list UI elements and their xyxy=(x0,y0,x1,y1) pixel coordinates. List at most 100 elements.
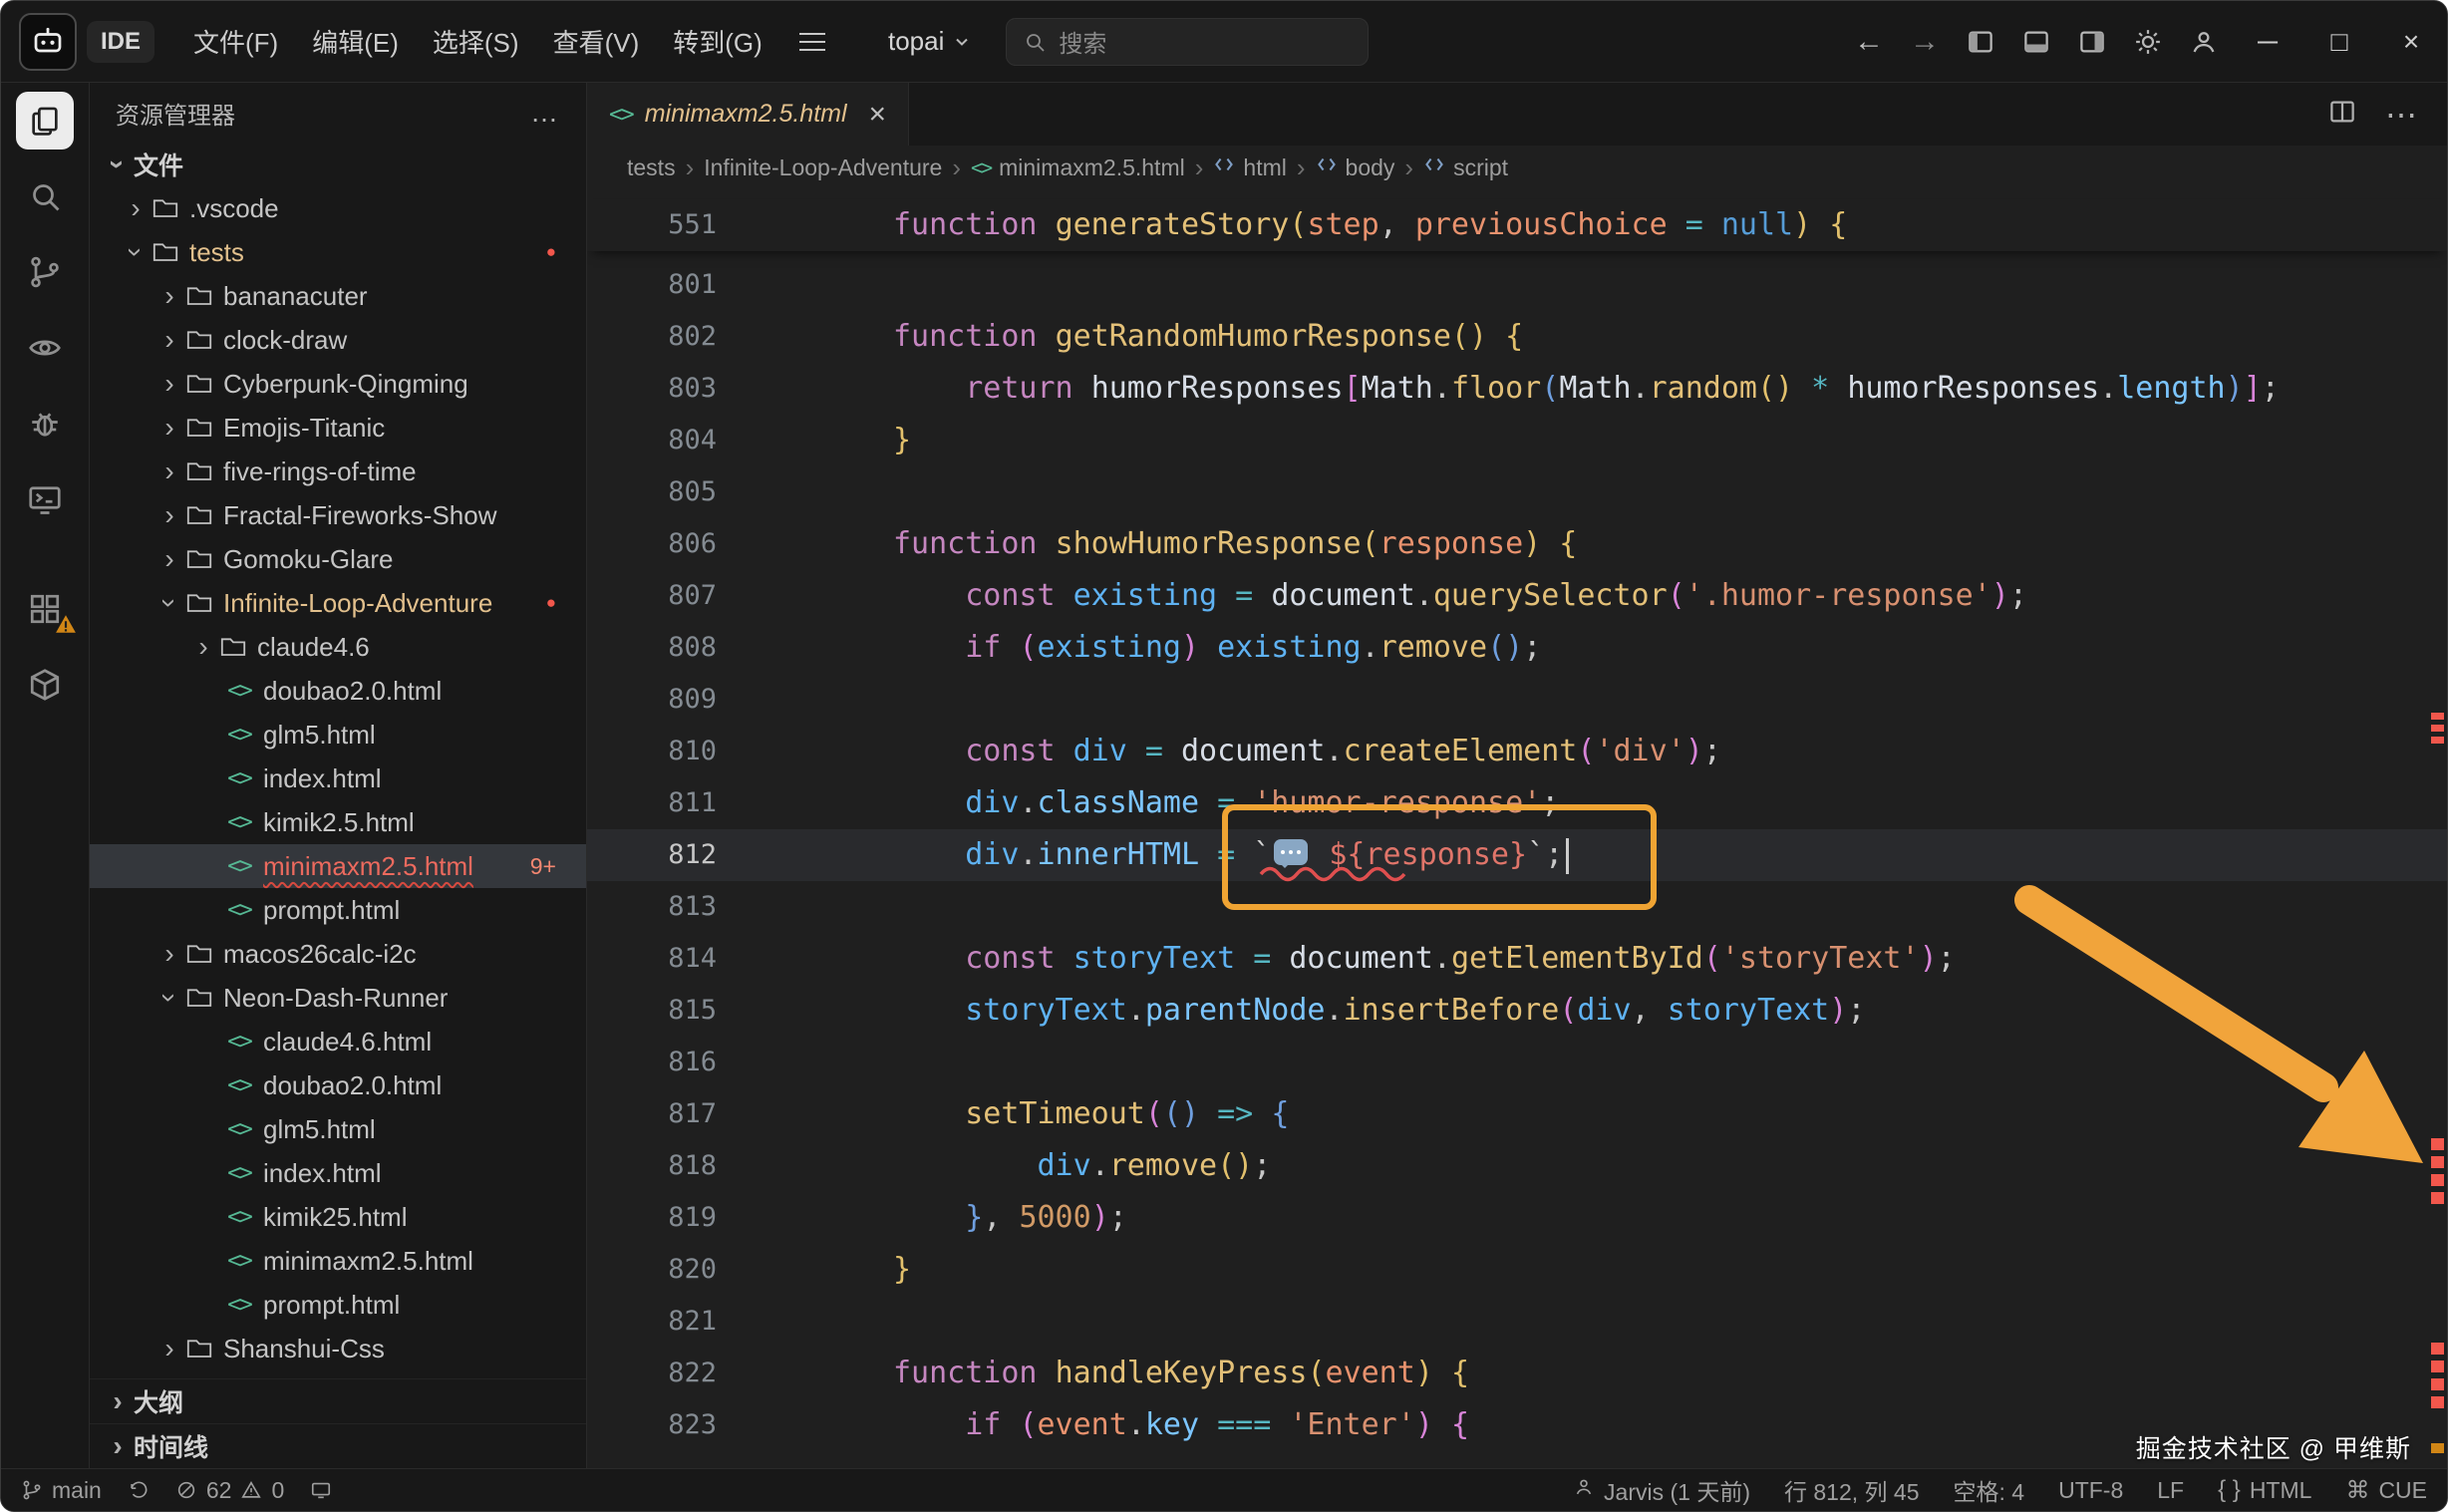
more-editor-actions-icon[interactable]: ⋯ xyxy=(2385,96,2419,134)
line-number[interactable]: 809 xyxy=(587,674,717,726)
line-number[interactable]: 818 xyxy=(587,1140,717,1192)
toggle-sidebar-icon[interactable] xyxy=(1953,14,2008,70)
line-number[interactable]: 802 xyxy=(587,311,717,363)
code-line-804[interactable]: 804} xyxy=(587,415,2447,466)
line-number[interactable]: 551 xyxy=(587,199,717,251)
breadcrumb-item-Infinite-Loop-Adventure[interactable]: Infinite-Loop-Adventure xyxy=(704,154,942,181)
tree-item-tests[interactable]: ›tests● xyxy=(90,230,586,274)
code-line-818[interactable]: 818 div.remove(); xyxy=(587,1140,2447,1192)
sidebar-more-actions-button[interactable]: … xyxy=(530,97,560,129)
code-line-803[interactable]: 803 return humorResponses[Math.floor(Mat… xyxy=(587,363,2447,415)
code-line-814[interactable]: 814 const storyText = document.getElemen… xyxy=(587,933,2447,985)
line-number[interactable]: 816 xyxy=(587,1037,717,1088)
files-section-header[interactable]: › 文件 xyxy=(90,143,586,186)
breadcrumb-item-minimaxm2.5.html[interactable]: <>minimaxm2.5.html xyxy=(971,154,1185,181)
sync-changes-button[interactable] xyxy=(128,1479,150,1501)
tree-item-doubao2.0.html[interactable]: ›<>doubao2.0.html xyxy=(90,1063,586,1107)
timeline-section-header[interactable]: › 时间线 xyxy=(90,1423,586,1468)
code-line-815[interactable]: 815 storyText.parentNode.insertBefore(di… xyxy=(587,985,2447,1037)
nav-forward-button[interactable]: → xyxy=(1897,14,1953,70)
statusbar-item[interactable]: ⌘CUE xyxy=(2345,1476,2427,1505)
minimize-button[interactable]: ─ xyxy=(2232,1,2303,82)
tree-item-clock-draw[interactable]: ›clock-draw xyxy=(90,318,586,362)
tree-item-minimaxm2.5.html[interactable]: ›<>minimaxm2.5.html9+ xyxy=(90,844,586,888)
code-line-819[interactable]: 819 }, 5000); xyxy=(587,1192,2447,1244)
tree-item-kimik25.html[interactable]: ›<>kimik25.html xyxy=(90,1195,586,1239)
statusbar-item[interactable]: UTF-8 xyxy=(2058,1477,2123,1504)
console-icon[interactable] xyxy=(1,461,89,537)
breadcrumb-item-script[interactable]: script xyxy=(1423,153,1508,181)
code-line-820[interactable]: 820} xyxy=(587,1244,2447,1296)
line-number[interactable]: 821 xyxy=(587,1296,717,1348)
code-line-807[interactable]: 807 const existing = document.querySelec… xyxy=(587,570,2447,622)
menu-item[interactable]: 选择(S) xyxy=(416,13,536,70)
global-search[interactable]: 搜索 xyxy=(1006,18,1369,66)
menu-item[interactable]: 查看(V) xyxy=(536,13,657,70)
preview-icon[interactable] xyxy=(1,310,89,386)
statusbar-item[interactable]: 空格: 4 xyxy=(1954,1473,2025,1507)
search-icon[interactable] xyxy=(1,158,89,234)
tree-item-kimik2.5.html[interactable]: ›<>kimik2.5.html xyxy=(90,800,586,844)
line-number[interactable]: 806 xyxy=(587,518,717,570)
code-line-801[interactable]: 801 xyxy=(587,259,2447,311)
code-line-811[interactable]: 811 div.className = 'humor-response'; xyxy=(587,777,2447,829)
line-number[interactable]: 819 xyxy=(587,1192,717,1244)
tab-close-icon[interactable]: × xyxy=(869,98,887,132)
problems-indicator[interactable]: 62 0 xyxy=(175,1477,284,1504)
statusbar-item[interactable]: { }HTML xyxy=(2218,1476,2311,1504)
feedback-button[interactable] xyxy=(310,1479,332,1501)
tree-item-macos26calc-i2c[interactable]: ›macos26calc-i2c xyxy=(90,932,586,976)
project-selector[interactable]: topai xyxy=(888,26,972,57)
code-line-816[interactable]: 816 xyxy=(587,1037,2447,1088)
line-number[interactable]: 803 xyxy=(587,363,717,415)
breadcrumb-item-html[interactable]: html xyxy=(1213,153,1286,181)
line-number[interactable]: 805 xyxy=(587,466,717,518)
code-editor[interactable]: 551function generateStory(step, previous… xyxy=(587,189,2447,1468)
tree-item-prompt.html[interactable]: ›<>prompt.html xyxy=(90,888,586,932)
tree-item-index.html[interactable]: ›<>index.html xyxy=(90,756,586,800)
tree-item-Infinite-Loop-Adventure[interactable]: ›Infinite-Loop-Adventure● xyxy=(90,581,586,625)
code-line-802[interactable]: 802function getRandomHumorResponse() { xyxy=(587,311,2447,363)
tree-item-Emojis-Titanic[interactable]: ›Emojis-Titanic xyxy=(90,406,586,450)
menu-item[interactable]: 编辑(E) xyxy=(295,13,416,70)
tree-item-minimaxm2.5.html[interactable]: ›<>minimaxm2.5.html xyxy=(90,1239,586,1283)
code-line-821[interactable]: 821 xyxy=(587,1296,2447,1348)
tree-item-bananacuter[interactable]: ›bananacuter xyxy=(90,274,586,318)
statusbar-item[interactable]: 行 812, 列 45 xyxy=(1784,1473,1920,1507)
code-line-822[interactable]: 822function handleKeyPress(event) { xyxy=(587,1348,2447,1399)
code-line-812[interactable]: 812 div.innerHTML = ` ${response}`; xyxy=(587,829,2447,881)
more-menus-button[interactable] xyxy=(789,19,835,65)
line-number[interactable]: 811 xyxy=(587,777,717,829)
tree-item-prompt.html[interactable]: ›<>prompt.html xyxy=(90,1283,586,1327)
line-number[interactable]: 814 xyxy=(587,933,717,985)
tree-item-.vscode[interactable]: ›.vscode xyxy=(90,186,586,230)
packages-icon[interactable] xyxy=(1,647,89,723)
line-number[interactable]: 801 xyxy=(587,259,717,311)
line-number[interactable]: 813 xyxy=(587,881,717,933)
tab-minimaxm2.5.html[interactable]: <> minimaxm2.5.html × xyxy=(587,83,909,146)
code-line-809[interactable]: 809 xyxy=(587,674,2447,726)
debug-icon[interactable] xyxy=(1,386,89,461)
tree-item-Fractal-Fireworks-Show[interactable]: ›Fractal-Fireworks-Show xyxy=(90,493,586,537)
tree-item-glm5.html[interactable]: ›<>glm5.html xyxy=(90,1107,586,1151)
account-icon[interactable] xyxy=(2176,14,2232,70)
toggle-panel-icon[interactable] xyxy=(2008,14,2064,70)
tree-item-Shanshui-Css[interactable]: ›Shanshui-Css xyxy=(90,1327,586,1370)
code-line-806[interactable]: 806function showHumorResponse(response) … xyxy=(587,518,2447,570)
source-control-icon[interactable] xyxy=(1,234,89,310)
line-number[interactable]: 823 xyxy=(587,1399,717,1451)
breadcrumb-item-tests[interactable]: tests xyxy=(627,154,676,181)
line-number[interactable]: 810 xyxy=(587,726,717,777)
code-line-808[interactable]: 808 if (existing) existing.remove(); xyxy=(587,622,2447,674)
code-line-813[interactable]: 813 xyxy=(587,881,2447,933)
line-number[interactable]: 804 xyxy=(587,415,717,466)
tree-item-doubao2.0.html[interactable]: ›<>doubao2.0.html xyxy=(90,669,586,713)
settings-gear-icon[interactable] xyxy=(2120,14,2176,70)
line-number[interactable]: 808 xyxy=(587,622,717,674)
tree-item-Cyberpunk-Qingming[interactable]: ›Cyberpunk-Qingming xyxy=(90,362,586,406)
outline-section-header[interactable]: › 大纲 xyxy=(90,1378,586,1423)
line-number[interactable]: 820 xyxy=(587,1244,717,1296)
line-number[interactable]: 812 xyxy=(587,829,717,881)
explorer-icon[interactable] xyxy=(1,83,89,158)
nav-back-button[interactable]: ← xyxy=(1841,14,1897,70)
